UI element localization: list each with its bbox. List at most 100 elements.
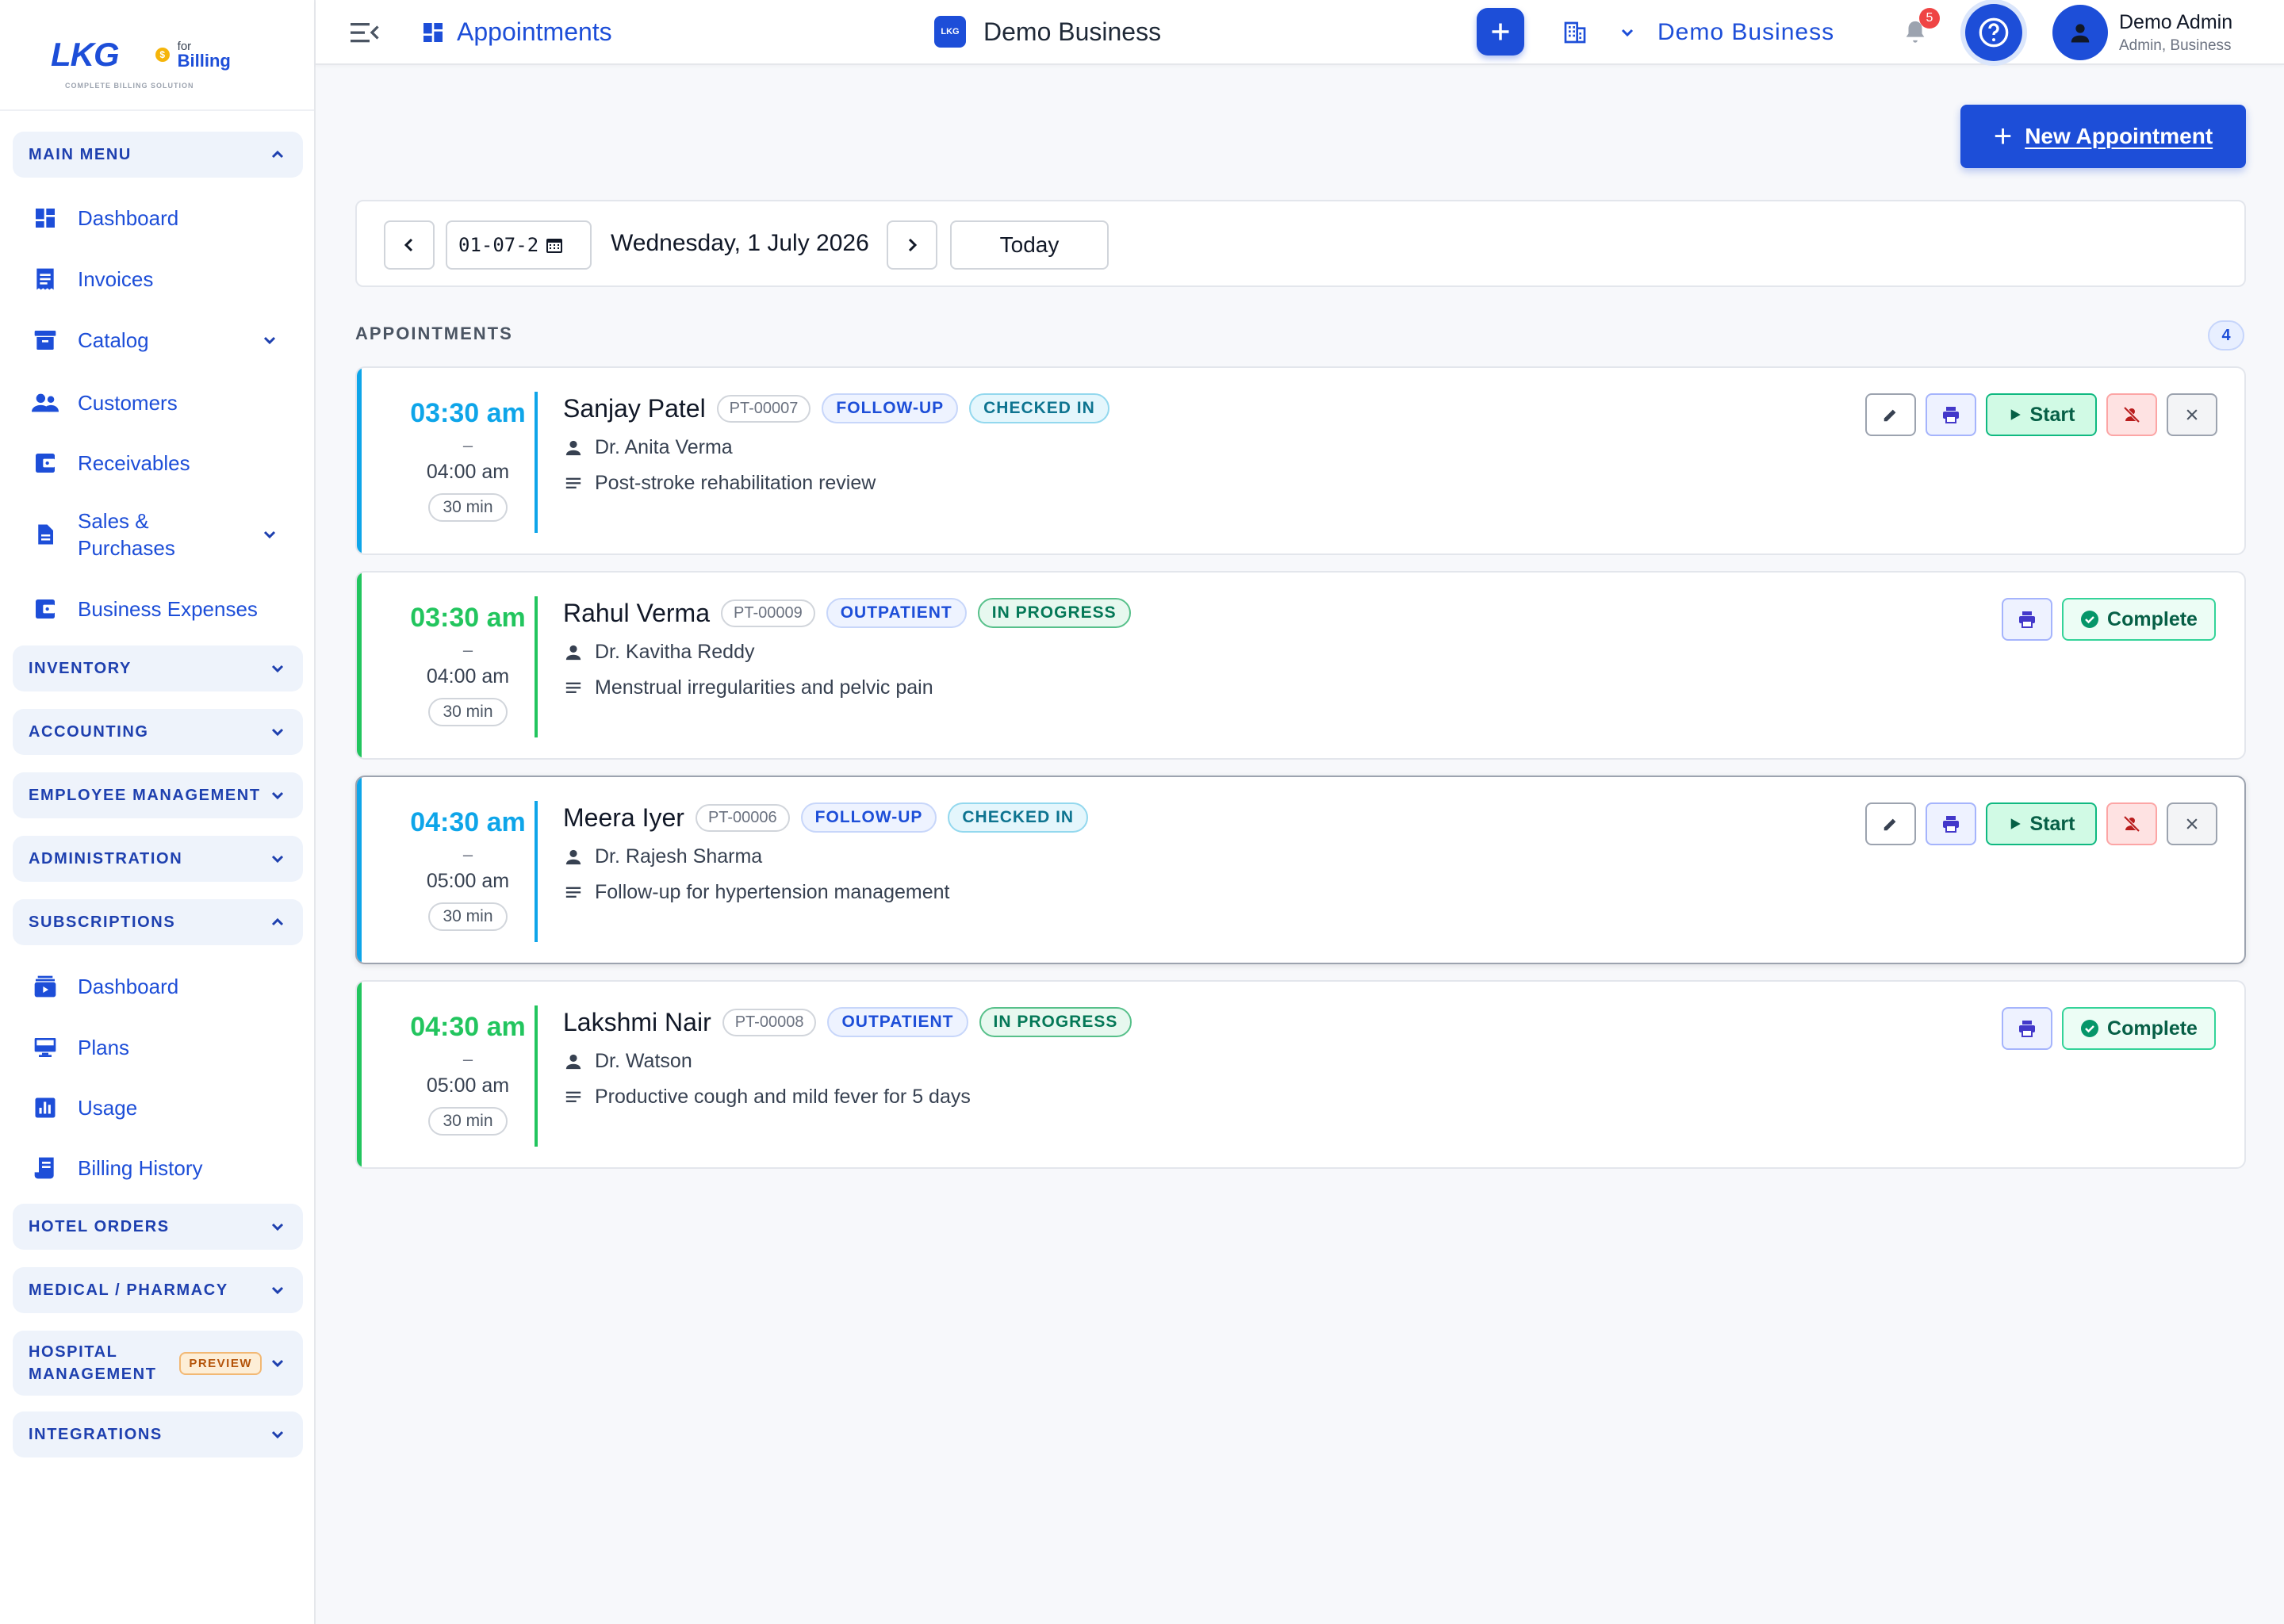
help-button[interactable] xyxy=(1965,4,2022,61)
print-button[interactable] xyxy=(1926,802,1976,845)
print-button[interactable] xyxy=(2002,598,2052,641)
appointment-card[interactable]: 04:30 am – 05:00 am 30 min Meera Iyer PT… xyxy=(355,776,2246,964)
close-icon xyxy=(2186,818,2198,829)
business-title: Demo Business xyxy=(983,17,1162,46)
sidebar-item-receivables[interactable]: Receivables xyxy=(32,443,190,483)
section-integrations[interactable]: INTEGRATIONS xyxy=(13,1411,303,1457)
sidebar-item-usage[interactable]: Usage xyxy=(32,1088,137,1128)
sidebar-item-dashboard[interactable]: Dashboard xyxy=(32,198,178,238)
no-show-button[interactable] xyxy=(2106,802,2157,845)
menu-toggle-button[interactable] xyxy=(351,21,379,44)
cancel-button[interactable] xyxy=(2167,802,2217,845)
print-button[interactable] xyxy=(1926,393,1976,436)
section-hospital-management[interactable]: HOSPITAL MANAGEMENT PREVIEW xyxy=(13,1331,303,1396)
quick-add-button[interactable] xyxy=(1477,8,1524,56)
notifications-button[interactable]: 5 xyxy=(1902,8,1940,46)
patient-name[interactable]: Sanjay Patel xyxy=(563,394,706,423)
edit-button[interactable] xyxy=(1865,802,1916,845)
subscription-dashboard-icon xyxy=(32,973,59,1000)
patient-name[interactable]: Rahul Verma xyxy=(563,599,710,628)
end-time: 04:00 am xyxy=(426,461,510,483)
no-show-button[interactable] xyxy=(2106,393,2157,436)
printer-icon xyxy=(2019,1021,2035,1037)
brand-logo[interactable]: LKG $ for Billing COMPLETE BILLING SOLUT… xyxy=(0,0,314,111)
section-administration[interactable]: ADMINISTRATION xyxy=(13,836,303,882)
sidebar-item-label: Catalog xyxy=(78,327,149,352)
invoice-icon xyxy=(32,266,59,293)
section-hotel-orders[interactable]: HOTEL ORDERS xyxy=(13,1204,303,1250)
complete-button[interactable]: Complete xyxy=(2062,598,2216,641)
previous-day-button[interactable] xyxy=(384,220,435,270)
chevron-down-icon xyxy=(1621,29,1634,37)
sidebar-item-label: Dashboard xyxy=(78,205,179,230)
duration-badge: 30 min xyxy=(428,902,508,931)
check-circle-icon xyxy=(2081,611,2099,628)
cancel-button[interactable] xyxy=(2167,393,2217,436)
sidebar-item-catalog[interactable]: Catalog xyxy=(32,320,276,360)
sidebar-item-label: Plans xyxy=(78,1035,130,1059)
status-badge: CHECKED IN xyxy=(948,802,1089,833)
next-day-button[interactable] xyxy=(887,220,937,270)
sidebar-item-plans[interactable]: Plans xyxy=(32,1028,129,1067)
patient-name[interactable]: Meera Iyer xyxy=(563,803,684,833)
appointment-card[interactable]: 04:30 am – 05:00 am 30 min Lakshmi Nair … xyxy=(355,980,2246,1169)
sidebar-item-billing-history[interactable]: Billing History xyxy=(32,1148,203,1188)
complete-button-label: Complete xyxy=(2107,607,2198,630)
close-icon xyxy=(2186,409,2198,420)
sidebar-item-label: Customers xyxy=(78,390,178,415)
visit-type-badge: FOLLOW-UP xyxy=(822,393,959,423)
page-breadcrumb[interactable]: Appointments xyxy=(420,17,612,47)
new-appointment-button[interactable]: + New Appointment xyxy=(1960,105,2246,168)
chevron-down-icon xyxy=(263,336,276,345)
avatar xyxy=(2052,5,2108,60)
sidebar-item-customers[interactable]: Customers xyxy=(32,383,178,423)
chevron-down-icon xyxy=(271,665,284,673)
section-label: HOTEL ORDERS xyxy=(29,1217,170,1235)
sidebar-item-subscription-dashboard[interactable]: Dashboard xyxy=(32,967,178,1006)
sidebar-item-sales-purchases[interactable]: Sales & Purchases xyxy=(32,506,276,563)
notes-row: Follow-up for hypertension management xyxy=(563,881,1099,904)
appointment-card[interactable]: 03:30 am – 04:00 am 30 min Sanjay Patel … xyxy=(355,366,2246,555)
sidebar-item-label: Invoices xyxy=(78,266,154,291)
start-button[interactable]: Start xyxy=(1986,802,2097,845)
section-accounting[interactable]: ACCOUNTING xyxy=(13,709,303,755)
print-button[interactable] xyxy=(2002,1007,2052,1050)
topbar: Appointments LKG Demo Business Demo Busi… xyxy=(316,0,2284,65)
section-medical-pharmacy[interactable]: MEDICAL / PHARMACY xyxy=(13,1267,303,1313)
section-inventory[interactable]: INVENTORY xyxy=(13,645,303,691)
doctor-row: Dr. Anita Verma xyxy=(563,436,1121,459)
pencil-icon xyxy=(1884,409,1896,422)
status-badge: IN PROGRESS xyxy=(977,598,1131,628)
calendar-icon[interactable] xyxy=(545,236,564,255)
section-main-menu[interactable]: MAIN MENU xyxy=(13,132,303,178)
chevron-down-icon xyxy=(271,728,284,737)
chevron-down-icon xyxy=(271,1286,284,1295)
section-employee-management[interactable]: EMPLOYEE MANAGEMENT xyxy=(13,772,303,818)
today-button[interactable]: Today xyxy=(950,220,1109,270)
date-input[interactable]: 01-07-2 xyxy=(446,220,592,270)
sidebar-item-business-expenses[interactable]: Business Expenses xyxy=(32,589,258,629)
duration-badge: 30 min xyxy=(428,1107,508,1136)
patient-name[interactable]: Lakshmi Nair xyxy=(563,1008,711,1037)
end-time: 05:00 am xyxy=(426,870,510,892)
appointment-card[interactable]: 03:30 am – 04:00 am 30 min Rahul Verma P… xyxy=(355,571,2246,760)
business-switcher[interactable]: Demo Business xyxy=(1562,19,1834,46)
patient-row: Lakshmi Nair PT-00008 OUTPATIENT IN PROG… xyxy=(563,1007,1143,1037)
edit-button[interactable] xyxy=(1865,393,1916,436)
notes-row: Post-stroke rehabilitation review xyxy=(563,472,1121,495)
start-button-label: Start xyxy=(2029,812,2075,835)
section-label-line1: HOSPITAL xyxy=(29,1343,118,1361)
patient-row: Meera Iyer PT-00006 FOLLOW-UP CHECKED IN xyxy=(563,802,1099,833)
patient-id-badge: PT-00008 xyxy=(722,1008,817,1036)
person-icon xyxy=(563,1051,584,1072)
menu-collapse-icon xyxy=(351,23,379,43)
complete-button[interactable]: Complete xyxy=(2062,1007,2216,1050)
sidebar-item-invoices[interactable]: Invoices xyxy=(32,259,153,299)
section-subscriptions[interactable]: SUBSCRIPTIONS xyxy=(13,899,303,945)
user-menu[interactable]: Demo Admin Admin, Business xyxy=(2052,5,2232,60)
status-badge: CHECKED IN xyxy=(969,393,1109,423)
business-switch-label: Demo Business xyxy=(1657,19,1835,45)
notes-icon xyxy=(563,473,584,494)
start-button[interactable]: Start xyxy=(1986,393,2097,436)
time-separator: – xyxy=(462,435,473,455)
